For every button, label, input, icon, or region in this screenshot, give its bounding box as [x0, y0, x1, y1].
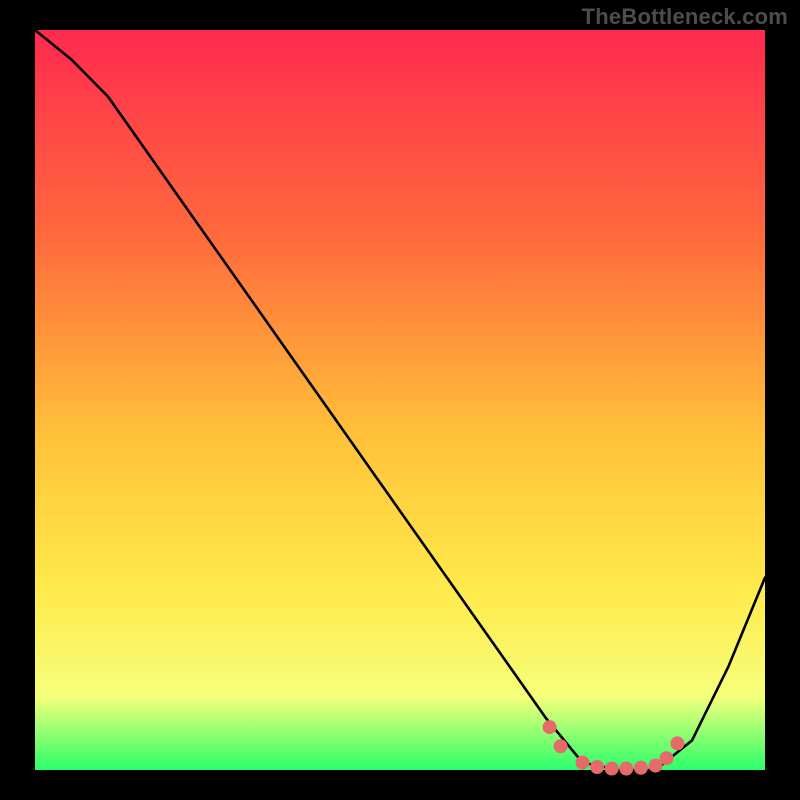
- optimal-dot: [670, 736, 684, 750]
- optimal-dot: [554, 739, 568, 753]
- chart-svg: [0, 0, 800, 800]
- optimal-dot: [619, 762, 633, 776]
- optimal-dot: [590, 760, 604, 774]
- chart-stage: { "watermark": "TheBottleneck.com", "col…: [0, 0, 800, 800]
- gradient-panel: [35, 30, 765, 770]
- optimal-dot: [660, 751, 674, 765]
- optimal-dot: [605, 762, 619, 776]
- optimal-dot: [634, 761, 648, 775]
- watermark: TheBottleneck.com: [582, 4, 788, 30]
- optimal-dot: [543, 720, 557, 734]
- optimal-dot: [576, 756, 590, 770]
